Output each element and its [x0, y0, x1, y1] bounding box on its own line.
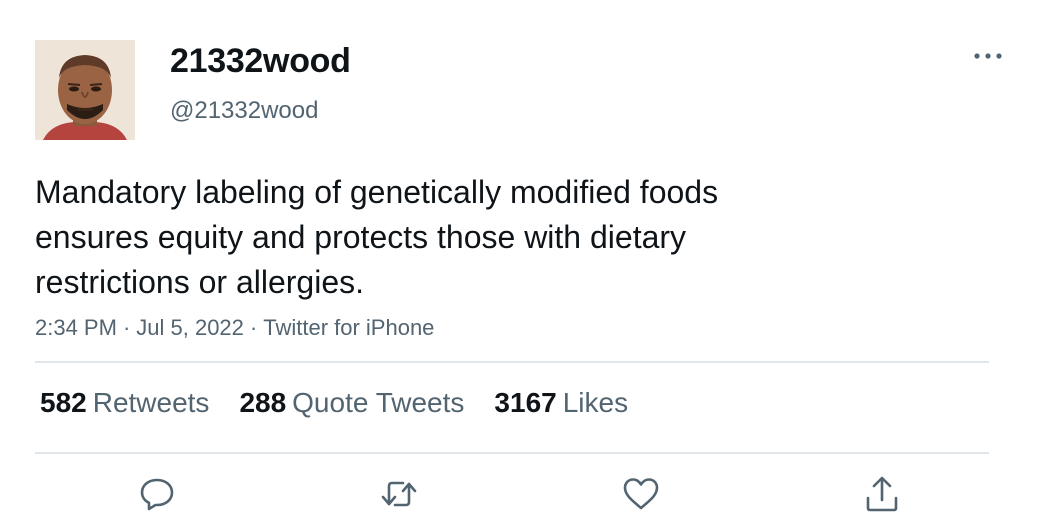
- tweet-text: Mandatory labeling of genetically modifi…: [35, 174, 719, 300]
- divider: [35, 361, 989, 363]
- quote-tweets-stat[interactable]: 288 Quote Tweets: [239, 387, 464, 419]
- user-handle[interactable]: @21332wood: [170, 97, 318, 125]
- likes-label: Likes: [562, 387, 629, 418]
- tweet-meta: 2:34 PM · Jul 5, 2022 · Twitter for iPhone: [35, 315, 434, 341]
- quote-tweets-count: 288: [239, 387, 287, 418]
- retweet-icon[interactable]: [379, 474, 419, 514]
- tweet-time[interactable]: 2:34 PM: [35, 315, 117, 340]
- heart-icon[interactable]: [621, 474, 661, 514]
- tweet-date[interactable]: Jul 5, 2022: [136, 315, 244, 340]
- quote-tweets-label: Quote Tweets: [292, 387, 465, 418]
- tweet-stats: 582 Retweets 288 Quote Tweets 3167 Likes: [40, 387, 628, 419]
- share-icon[interactable]: [862, 474, 902, 514]
- avatar-image: [35, 40, 135, 140]
- more-icon[interactable]: [968, 44, 1008, 68]
- avatar[interactable]: [35, 40, 135, 140]
- retweets-count: 582: [40, 387, 87, 418]
- retweets-stat[interactable]: 582 Retweets: [40, 387, 209, 419]
- tweet-source[interactable]: Twitter for iPhone: [263, 315, 434, 340]
- retweets-label: Retweets: [92, 387, 210, 418]
- meta-separator: ·: [122, 315, 131, 340]
- reply-icon[interactable]: [137, 474, 177, 514]
- divider: [35, 452, 989, 454]
- meta-separator: ·: [249, 315, 258, 340]
- display-name[interactable]: 21332wood: [170, 42, 351, 81]
- likes-stat[interactable]: 3167 Likes: [494, 387, 628, 419]
- likes-count: 3167: [494, 387, 557, 418]
